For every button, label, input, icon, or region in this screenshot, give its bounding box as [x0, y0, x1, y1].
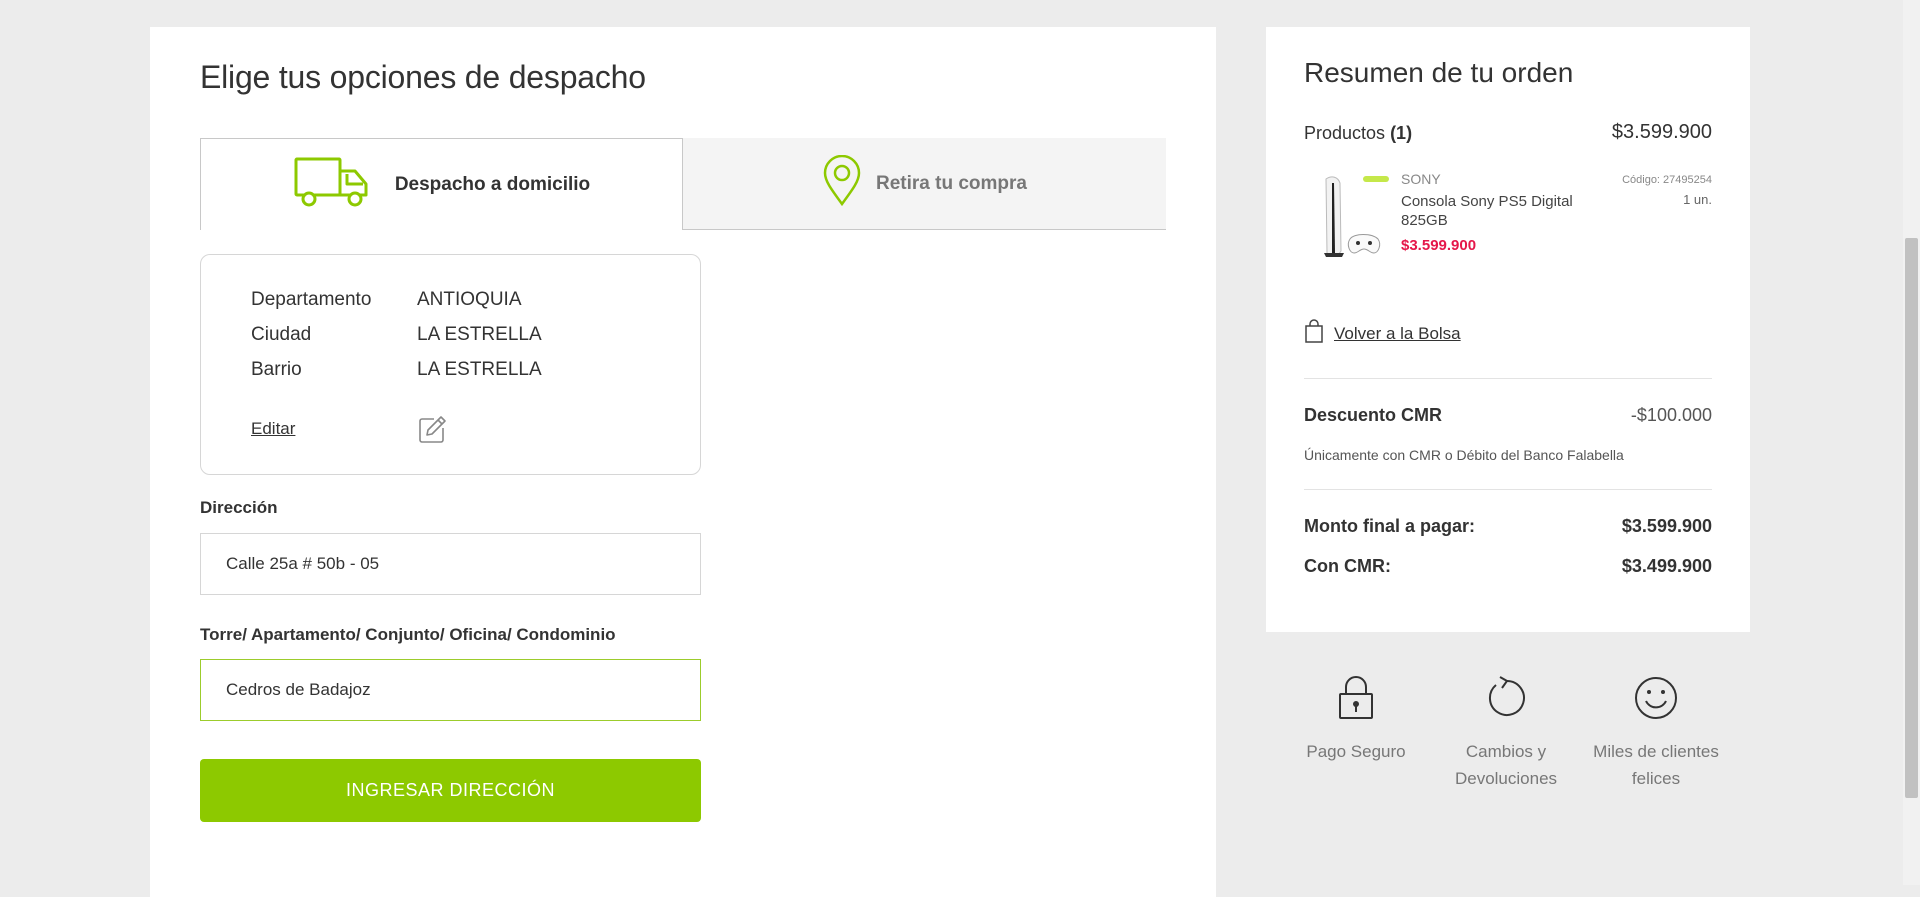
location-row-city: Ciudad LA ESTRELLA: [251, 324, 542, 346]
order-summary-panel: Resumen de tu orden Productos (1) $3.599…: [1266, 27, 1750, 632]
address-input[interactable]: [200, 533, 701, 595]
trust-label: Miles de clientes felices: [1593, 742, 1719, 788]
truck-icon: [293, 156, 371, 213]
cmr-discount-label: Descuento CMR: [1304, 405, 1443, 425]
product-brand: SONY: [1401, 171, 1441, 187]
location-value: LA ESTRELLA: [417, 324, 542, 345]
cmr-discount-row: Descuento CMR -$100.000: [1304, 405, 1712, 426]
trust-returns: Cambios y Devoluciones: [1431, 675, 1581, 792]
edit-pencil-icon[interactable]: [417, 415, 447, 450]
tab-store-pickup-label: Retira tu compra: [876, 172, 1027, 194]
page-title: Elige tus opciones de despacho: [200, 59, 646, 95]
cmr-discount-note: Únicamente con CMR o Débito del Banco Fa…: [1304, 447, 1624, 463]
edit-location-link[interactable]: Editar: [251, 419, 295, 439]
location-row-neighborhood: Barrio LA ESTRELLA: [251, 359, 542, 381]
products-count: (1): [1390, 123, 1413, 143]
tab-home-delivery[interactable]: Despacho a domicilio: [200, 138, 683, 230]
products-label: Productos: [1304, 123, 1386, 143]
product-code: Código: 27495254: [1622, 174, 1712, 186]
cmr-amount-label: Con CMR:: [1304, 556, 1391, 576]
final-amount-value: $3.599.900: [1621, 516, 1712, 536]
tab-home-delivery-label: Despacho a domicilio: [394, 173, 591, 195]
products-total: $3.599.900: [1611, 121, 1712, 143]
location-summary: Departamento ANTIOQUIA Ciudad LA ESTRELLA …: [200, 254, 701, 475]
product-name: Consola Sony PS5 Digital 825GB: [1401, 193, 1573, 229]
product-quantity: 1 un.: [1683, 192, 1712, 207]
tab-store-pickup[interactable]: Retira tu compra: [683, 138, 1166, 230]
refresh-icon: [1431, 675, 1581, 726]
address-label: Dirección: [200, 498, 278, 517]
product-badge: [1363, 176, 1389, 182]
final-amount-label: Monto final a pagar:: [1304, 516, 1475, 536]
location-value: LA ESTRELLA: [417, 359, 542, 380]
shipping-tabs: Despacho a domicilio Retira tu compra: [200, 138, 1166, 230]
trust-label: Pago Seguro: [1306, 742, 1406, 761]
divider: [1304, 489, 1712, 490]
complement-label: Torre/ Apartamento/ Conjunto/ Oficina/ C…: [200, 625, 616, 644]
location-pin-icon: [822, 154, 862, 212]
trust-secure-payment: Pago Seguro: [1281, 675, 1431, 765]
cmr-discount-value: -$100.000: [1630, 405, 1712, 425]
final-amount-row: Monto final a pagar: $3.599.900: [1304, 516, 1712, 537]
product-image: [1314, 173, 1384, 266]
back-to-bag-link[interactable]: Volver a la Bolsa: [1304, 319, 1461, 348]
summary-title: Resumen de tu orden: [1304, 57, 1574, 88]
back-to-bag-label: Volver a la Bolsa: [1334, 323, 1461, 343]
trust-happy-clients: Miles de clientes felices: [1581, 675, 1731, 792]
location-value: ANTIOQUIA: [417, 289, 522, 310]
complement-input[interactable]: [200, 659, 701, 721]
product-price: $3.599.900: [1401, 237, 1477, 254]
products-row: Productos (1) $3.599.900: [1304, 121, 1712, 144]
trust-label: Cambios y Devoluciones: [1454, 742, 1558, 788]
shipping-panel: Elige tus opciones de despacho Despacho …: [150, 27, 1216, 897]
cmr-amount-value: $3.499.900: [1621, 556, 1712, 576]
location-row-department: Departamento ANTIOQUIA: [251, 289, 522, 311]
submit-address-button[interactable]: INGRESAR DIRECCIÓN: [200, 759, 701, 822]
divider: [1304, 378, 1712, 379]
smiley-icon: [1581, 675, 1731, 726]
scrollbar-thumb[interactable]: [1905, 238, 1918, 798]
location-key: Ciudad: [251, 324, 312, 345]
shopping-bag-icon: [1304, 319, 1324, 348]
padlock-icon: [1281, 675, 1431, 726]
scrollbar[interactable]: [1903, 0, 1920, 885]
cmr-amount-row: Con CMR: $3.499.900: [1304, 556, 1712, 577]
location-key: Barrio: [251, 359, 302, 380]
location-key: Departamento: [251, 289, 372, 310]
